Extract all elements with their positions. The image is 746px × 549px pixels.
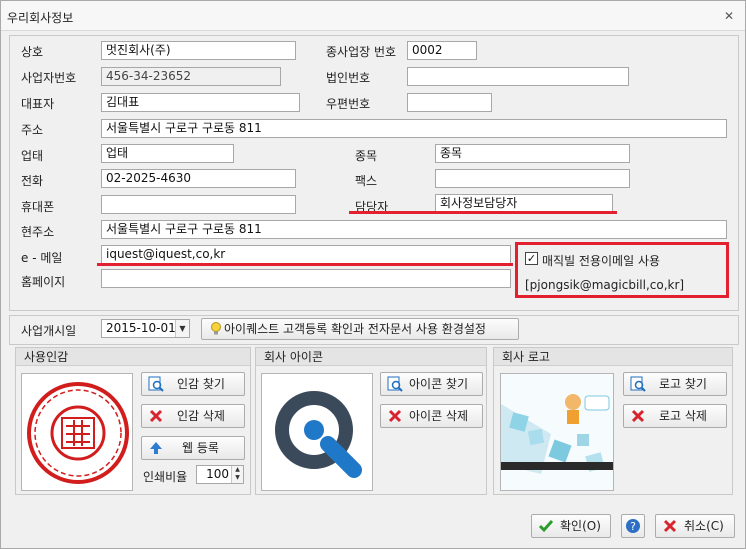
address-label: 주소: [21, 123, 44, 137]
search-image-icon: [387, 376, 403, 392]
address-input[interactable]: 서울특별시 구로구 구로동 811: [101, 119, 727, 138]
dedicated-email-label: 매직빌 전용이메일 사용: [542, 254, 661, 268]
mobile-label: 휴대폰: [21, 200, 55, 214]
print-ratio-value: 100: [206, 467, 229, 481]
ceo-label: 대표자: [21, 97, 55, 111]
title-bar: 우리회사정보 ✕: [1, 1, 745, 31]
lightbulb-icon: [208, 321, 224, 337]
current-address-label: 현주소: [21, 225, 55, 239]
cancel-button[interactable]: 취소(C): [655, 514, 735, 538]
company-icon-graphic: [275, 391, 362, 478]
manager-highlight-underline: [349, 211, 617, 214]
window-title: 우리회사정보: [7, 11, 74, 25]
cancel-icon: [662, 518, 678, 534]
company-logo-image: [500, 373, 614, 491]
help-icon: ?: [625, 518, 641, 534]
icon-find-button[interactable]: 아이콘 찾기: [380, 372, 483, 396]
biz-item-label: 종목: [355, 149, 378, 163]
biz-type-label: 업태: [21, 149, 44, 163]
seal-web-register-button[interactable]: 웹 등록: [141, 436, 245, 460]
company-logo-graphic: [501, 374, 613, 490]
company-name-input[interactable]: 멋진회사(주): [101, 41, 296, 60]
chevron-down-icon[interactable]: ▼: [175, 320, 189, 337]
homepage-label: 홈페이지: [21, 275, 66, 289]
corp-reg-no-input[interactable]: [407, 67, 629, 86]
email-label: e - 메일: [21, 251, 63, 265]
current-address-input[interactable]: 서울특별시 구로구 구로동 811: [101, 220, 727, 239]
email-input[interactable]: iquest@iquest,co,kr: [101, 245, 511, 264]
company-logo-group-title: 회사 로고: [494, 348, 732, 366]
search-image-icon: [148, 376, 164, 392]
company-name-label: 상호: [21, 45, 44, 59]
phone-label: 전화: [21, 174, 44, 188]
upload-arrow-icon: [148, 440, 164, 456]
icon-delete-button[interactable]: 아이콘 삭제: [380, 404, 483, 428]
biz-reg-no-input[interactable]: 456-34-23652: [101, 67, 281, 86]
business-start-date-picker[interactable]: 2015-10-01 ▼: [101, 319, 190, 338]
svg-text:?: ?: [630, 520, 636, 533]
logo-find-button[interactable]: 로고 찾기: [623, 372, 727, 396]
corp-reg-no-label: 법인번호: [326, 71, 371, 85]
company-seal-stamp: [27, 382, 129, 484]
business-start-date-value: 2015-10-01: [106, 321, 176, 335]
delete-icon: [148, 408, 164, 424]
branch-no-label: 종사업장 번호: [326, 45, 397, 59]
fax-input[interactable]: [435, 169, 630, 188]
dedicated-email-address: [pjongsik@magicbill,co,kr]: [525, 278, 685, 292]
ceo-input[interactable]: 김대표: [101, 93, 300, 112]
zip-label: 우편번호: [326, 97, 371, 111]
branch-no-input[interactable]: 0002: [407, 41, 477, 60]
delete-icon: [630, 408, 646, 424]
biz-item-input[interactable]: 종목: [435, 144, 630, 163]
environment-settings-button[interactable]: 아이퀘스트 고객등록 확인과 전자문서 사용 환경설정: [201, 318, 519, 340]
company-icon-image: [261, 373, 373, 491]
spinner-arrows-icon[interactable]: ▲ ▼: [231, 466, 243, 483]
logo-delete-button[interactable]: 로고 삭제: [623, 404, 727, 428]
confirm-button[interactable]: 확인(O): [531, 514, 611, 538]
seal-find-button[interactable]: 인감 찾기: [141, 372, 245, 396]
homepage-input[interactable]: [101, 269, 511, 288]
delete-icon: [387, 408, 403, 424]
dedicated-email-checkbox[interactable]: ✓: [525, 252, 538, 265]
check-icon: [538, 518, 554, 534]
mobile-input[interactable]: [101, 195, 296, 214]
help-button[interactable]: ?: [621, 514, 645, 538]
print-ratio-label: 인쇄비율: [143, 470, 188, 484]
zip-input[interactable]: [407, 93, 492, 112]
biz-reg-no-label: 사업자번호: [21, 71, 77, 85]
email-highlight-underline: [97, 263, 513, 266]
fax-label: 팩스: [355, 174, 378, 188]
seal-group-title: 사용인감: [16, 348, 250, 366]
search-image-icon: [630, 376, 646, 392]
biz-type-input[interactable]: 업태: [101, 144, 234, 163]
company-icon-group-title: 회사 아이콘: [256, 348, 486, 366]
seal-delete-button[interactable]: 인감 삭제: [141, 404, 245, 428]
print-ratio-spinner[interactable]: 100 ▲ ▼: [196, 465, 244, 484]
seal-image: [21, 373, 133, 491]
phone-input[interactable]: 02-2025-4630: [101, 169, 296, 188]
business-start-label: 사업개시일: [21, 324, 77, 338]
company-info-window: 우리회사정보 ✕ 상호 멋진회사(주) 종사업장 번호 0002 사업자번호 4…: [0, 0, 746, 549]
close-icon[interactable]: ✕: [723, 10, 735, 22]
